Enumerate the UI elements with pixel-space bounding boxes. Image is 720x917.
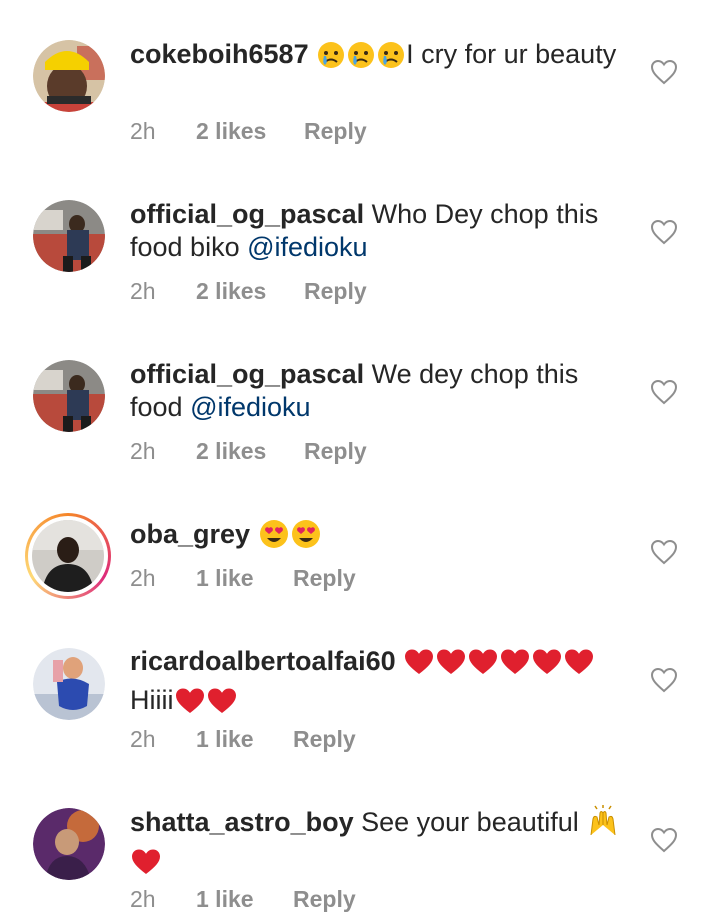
red-heart-icon [468,648,498,684]
comment-likes[interactable]: 2 likes [196,118,304,145]
comment-text: official_og_pascal We dey chop this food… [130,358,630,424]
comment-meta: 2h 1 like Reply [130,886,356,913]
comment-meta: 2h 2 likes Reply [130,118,367,145]
like-heart-icon[interactable] [650,667,678,693]
comment-meta: 2h 1 like Reply [130,565,356,592]
red-heart-icon [404,648,434,684]
comment-likes[interactable]: 1 like [196,886,293,913]
like-heart-icon[interactable] [650,379,678,405]
comment-time: 2h [130,565,156,591]
comment-likes[interactable]: 1 like [196,726,293,753]
mention-link[interactable]: @ifedioku [190,392,310,422]
red-heart-icon [436,648,466,684]
reply-button[interactable]: Reply [304,438,367,465]
comment-username[interactable]: shatta_astro_boy [130,807,354,837]
red-heart-icon [175,687,205,723]
comment-text: ricardoalbertoalfai60 Hiiii [130,645,630,723]
comment-username[interactable]: cokeboih6587 [130,39,309,69]
avatar[interactable] [33,40,105,112]
comment-text: cokeboih6587 I cry for ur beauty [130,38,630,77]
comment-username[interactable]: oba_grey [130,519,250,549]
comment-body: Hiiii [130,685,174,715]
like-heart-icon[interactable] [650,827,678,853]
avatar[interactable] [33,808,105,880]
like-heart-icon[interactable] [650,219,678,245]
reply-button[interactable]: Reply [293,565,356,592]
red-heart-icon [131,848,161,884]
red-heart-icon [564,648,594,684]
comment-time: 2h [130,278,156,304]
avatar [32,520,104,592]
comment-text: shatta_astro_boy See your beautiful [130,805,630,884]
comment-meta: 2h 2 likes Reply [130,278,367,305]
heart-eyes-face-icon [259,519,289,557]
comment-likes[interactable]: 1 like [196,565,293,592]
avatar[interactable] [33,360,105,432]
comment-time: 2h [130,118,156,144]
comment-text: oba_grey [130,518,630,557]
reply-button[interactable]: Reply [304,118,367,145]
raising-hands-icon [587,805,619,845]
comment-time: 2h [130,438,156,464]
like-heart-icon[interactable] [650,539,678,565]
comment-meta: 2h 2 likes Reply [130,438,367,465]
comment-time: 2h [130,726,156,752]
avatar-story-ring[interactable] [25,513,111,599]
crying-face-icon [347,41,375,77]
crying-face-icon [317,41,345,77]
comment-likes[interactable]: 2 likes [196,278,304,305]
red-heart-icon [532,648,562,684]
crying-face-icon [377,41,405,77]
avatar[interactable] [33,648,105,720]
comment-username[interactable]: official_og_pascal [130,359,364,389]
comment-username[interactable]: official_og_pascal [130,199,364,229]
comment-likes[interactable]: 2 likes [196,438,304,465]
comment-body: I cry for ur beauty [406,39,617,69]
heart-eyes-face-icon [291,519,321,557]
comment-time: 2h [130,886,156,912]
comment-text: official_og_pascal Who Dey chop this foo… [130,198,630,264]
like-heart-icon[interactable] [650,59,678,85]
reply-button[interactable]: Reply [293,726,356,753]
red-heart-icon [207,687,237,723]
red-heart-icon [500,648,530,684]
comment-username[interactable]: ricardoalbertoalfai60 [130,646,396,676]
reply-button[interactable]: Reply [304,278,367,305]
avatar[interactable] [33,200,105,272]
comment-body: See your beautiful [361,807,587,837]
mention-link[interactable]: @ifedioku [247,232,367,262]
comment-meta: 2h 1 like Reply [130,726,356,753]
reply-button[interactable]: Reply [293,886,356,913]
